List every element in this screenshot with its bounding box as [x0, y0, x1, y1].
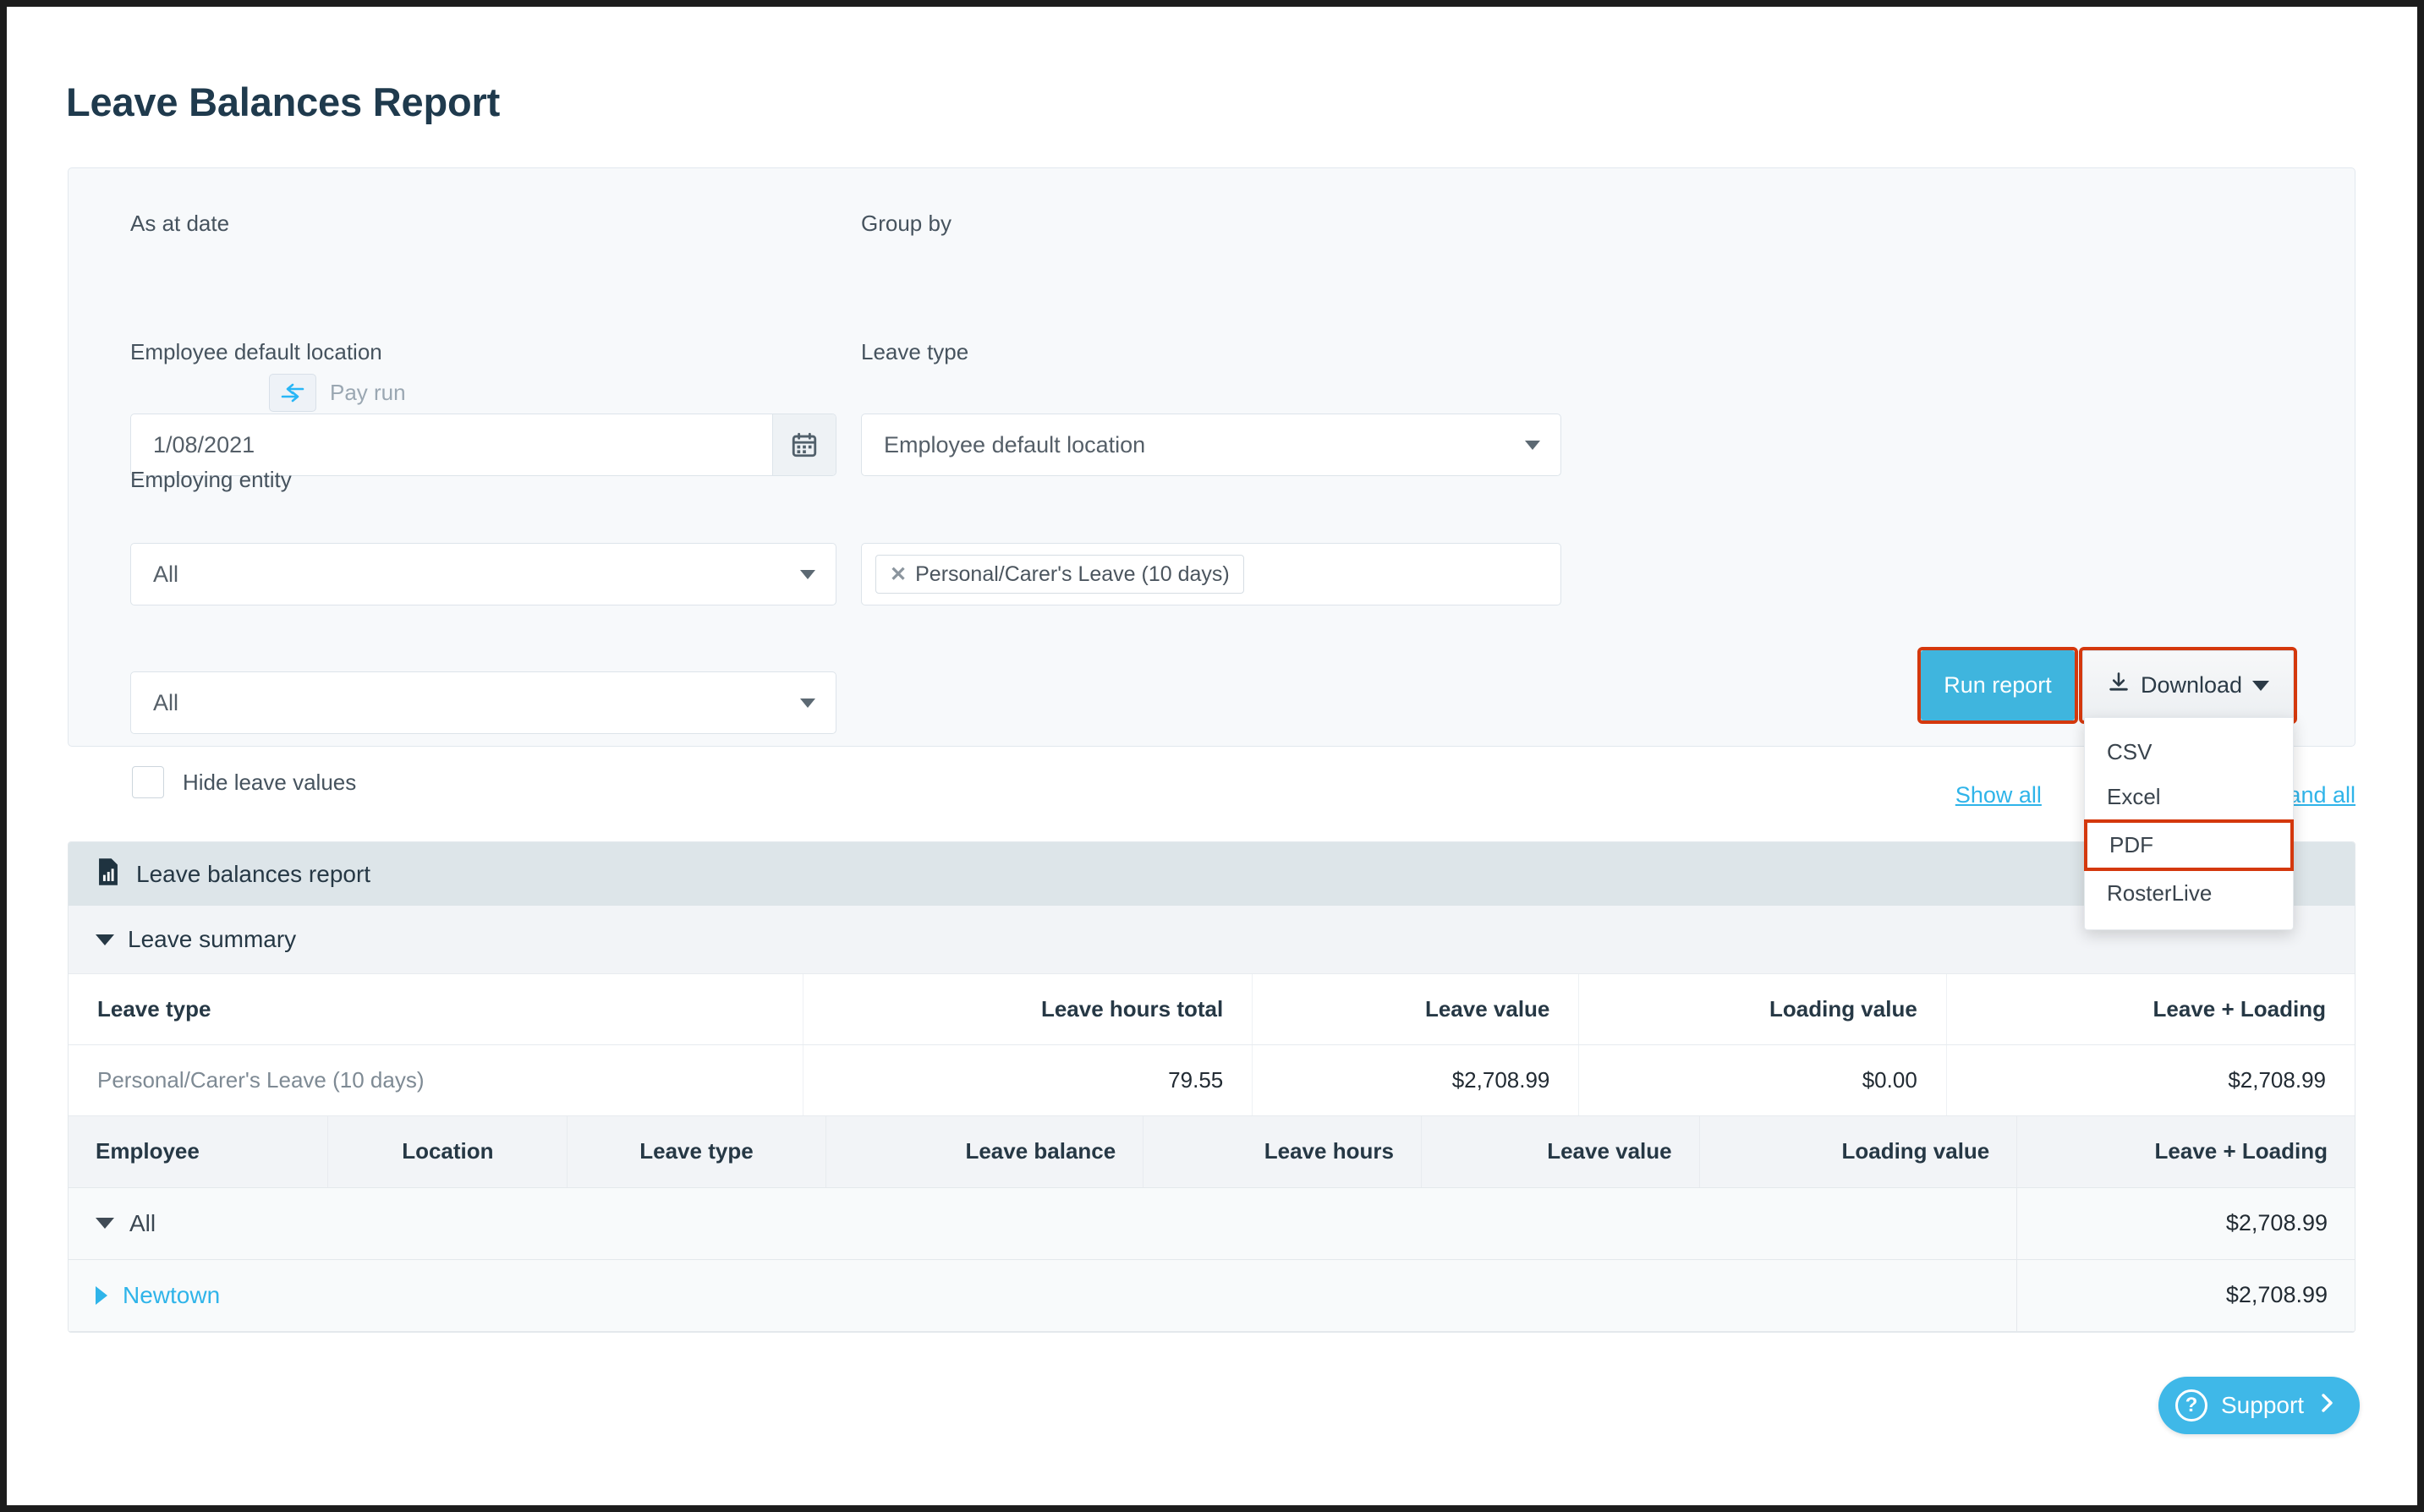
group-label-all: All	[129, 1209, 156, 1236]
report-card: Leave balances report Leave summary Leav…	[68, 841, 2355, 1333]
calendar-icon[interactable]	[772, 414, 836, 475]
employing-entity-value: All	[153, 689, 179, 715]
col-loading-value: Loading value	[1698, 1116, 2017, 1188]
leave-detail-table: Employee Location Leave type Leave balan…	[69, 1116, 2355, 1332]
group-cell-all[interactable]: All	[69, 1187, 2017, 1260]
group-by-value: Employee default location	[884, 431, 1146, 457]
table-header-row: Leave type Leave hours total Leave value…	[69, 973, 2355, 1045]
leave-summary-toggle[interactable]: Leave summary	[69, 906, 2355, 973]
leave-type-chip[interactable]: ✕ Personal/Carer's Leave (10 days)	[875, 555, 1244, 594]
cell-loading-value: $0.00	[1578, 1044, 1947, 1116]
employee-default-location-label: Employee default location	[130, 339, 382, 364]
col-leave-value: Leave value	[1420, 1116, 1700, 1188]
report-document-icon	[96, 857, 121, 890]
col-leave-type: Leave type	[69, 973, 803, 1045]
cell-leave-plus-loading: $2,708.99	[1945, 1044, 2355, 1116]
col-leave-value: Leave value	[1252, 973, 1579, 1045]
download-menu-item-csv[interactable]: CSV	[2085, 730, 2293, 775]
report-header-title: Leave balances report	[136, 860, 371, 887]
group-cell-newtown[interactable]: Newtown	[69, 1259, 2017, 1332]
app-frame: Leave Balances Report As at date Pay run…	[7, 7, 2417, 1505]
group-by-select[interactable]: Employee default location	[861, 414, 1561, 476]
download-menu-item-pdf[interactable]: PDF	[2084, 819, 2294, 871]
support-button-label: Support	[2221, 1392, 2305, 1418]
chevron-down-icon	[1525, 440, 1540, 450]
as-at-date-toggle-row: Pay run	[130, 374, 406, 412]
chevron-right-icon[interactable]	[96, 1285, 107, 1305]
pay-run-label[interactable]: Pay run	[330, 380, 406, 406]
col-leave-balance: Leave balance	[825, 1116, 1143, 1188]
chevron-down-icon	[800, 698, 815, 708]
col-location: Location	[327, 1116, 568, 1188]
table-row[interactable]: All $2,708.99	[69, 1187, 2355, 1260]
run-report-button[interactable]: Run report	[1921, 650, 2075, 720]
chevron-down-icon	[800, 569, 815, 579]
download-button-label: Download	[2140, 672, 2243, 698]
as-at-date-label: As at date	[130, 211, 230, 236]
group-total-all: $2,708.99	[2016, 1187, 2355, 1260]
download-menu-item-excel[interactable]: Excel	[2085, 775, 2293, 819]
leave-type-chip-label: Personal/Carer's Leave (10 days)	[915, 562, 1230, 586]
col-leave-plus-loading: Leave + Loading	[1945, 973, 2355, 1045]
leave-type-multiselect[interactable]: ✕ Personal/Carer's Leave (10 days)	[861, 543, 1561, 605]
download-icon	[2107, 671, 2131, 700]
download-menu: CSV Excel PDF RosterLive	[2084, 717, 2294, 930]
group-by-label: Group by	[861, 211, 952, 236]
col-leave-type: Leave type	[567, 1116, 826, 1188]
download-highlight: Download	[2079, 647, 2297, 724]
report-header: Leave balances report	[69, 842, 2355, 906]
run-report-highlight: Run report	[1917, 647, 2078, 724]
leave-summary-table: Leave type Leave hours total Leave value…	[69, 973, 2355, 1116]
employing-entity-select[interactable]: All	[130, 671, 836, 734]
as-at-date-value: 1/08/2021	[153, 431, 255, 457]
chevron-down-icon[interactable]	[96, 1218, 114, 1229]
table-header-row: Employee Location Leave type Leave balan…	[69, 1116, 2355, 1188]
col-leave-hours-total: Leave hours total	[803, 973, 1253, 1045]
support-button[interactable]: ? Support	[2158, 1377, 2361, 1434]
download-menu-item-rosterlive[interactable]: RosterLive	[2085, 871, 2293, 916]
question-mark-icon: ?	[2175, 1389, 2207, 1422]
close-x-icon[interactable]: ✕	[890, 562, 907, 587]
chevron-down-icon	[96, 934, 114, 945]
col-loading-value: Loading value	[1578, 973, 1947, 1045]
leave-summary-title: Leave summary	[128, 926, 297, 952]
table-links: Show all Expand all	[68, 782, 2355, 808]
col-employee: Employee	[69, 1116, 328, 1188]
leave-type-label: Leave type	[861, 339, 969, 364]
cell-leave-type: Personal/Carer's Leave (10 days)	[69, 1044, 803, 1116]
col-leave-plus-loading: Leave + Loading	[2016, 1116, 2355, 1188]
download-button[interactable]: Download	[2082, 650, 2294, 720]
cell-leave-hours-total: 79.55	[803, 1044, 1253, 1116]
page-title: Leave Balances Report	[66, 79, 501, 124]
table-row[interactable]: Newtown $2,708.99	[69, 1259, 2355, 1332]
employing-entity-label: Employing entity	[130, 467, 292, 492]
group-total-newtown: $2,708.99	[2016, 1259, 2355, 1332]
chevron-down-icon	[2252, 680, 2270, 691]
swap-arrows-icon[interactable]	[269, 374, 316, 412]
group-label-newtown[interactable]: Newtown	[123, 1282, 220, 1309]
show-all-link[interactable]: Show all	[1955, 782, 2042, 808]
table-row: Personal/Carer's Leave (10 days) 79.55 $…	[69, 1044, 2355, 1116]
cell-leave-value: $2,708.99	[1252, 1044, 1579, 1116]
col-leave-hours: Leave hours	[1143, 1116, 1422, 1188]
employee-default-location-select[interactable]: All	[130, 543, 836, 605]
employee-default-location-value: All	[153, 561, 179, 587]
chevron-right-icon	[2317, 1392, 2338, 1420]
